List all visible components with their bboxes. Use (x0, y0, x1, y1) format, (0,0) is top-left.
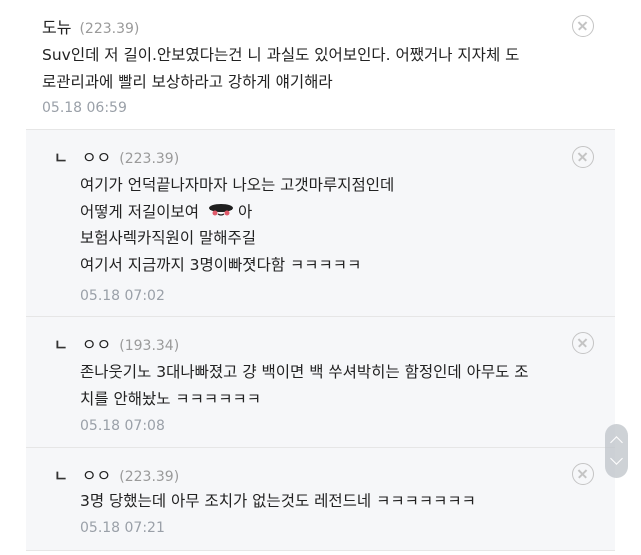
comment-line-text: 아 (237, 202, 253, 221)
close-icon[interactable] (572, 146, 594, 168)
comment-line: Suv인데 저 길이.안보였다는건 니 과실도 있어보인다. 어쨌거나 지자체 … (42, 46, 520, 64)
comment-body: Suv인데 저 길이.안보였다는건 니 과실도 있어보인다. 어쨌거나 지자체 … (42, 42, 519, 95)
comment-time: 05.18 06:59 (42, 100, 127, 116)
blushing-face-emoji-icon (206, 199, 236, 226)
reply-indicator: ㄴ (54, 149, 68, 167)
reply-item: ㄴ ㅇㅇ (193.34) 존나웃기노 3대나빠졌고 걍 백이면 백 쑤셔박히는… (26, 317, 615, 448)
comment-time: 05.18 07:02 (80, 288, 165, 304)
reply-indicator: ㄴ (54, 336, 68, 354)
comment-line: 보험사렉카직원이 말해주길 (80, 229, 257, 248)
comment-time: 05.18 07:08 (80, 418, 165, 434)
comment-nickname[interactable]: ㅇㅇ (82, 331, 111, 355)
chevron-down-icon[interactable] (610, 452, 623, 465)
comment-line: 치를 안해놨노 ㅋㅋㅋㅋㅋㅋ (80, 389, 261, 408)
comment-body: 존나웃기노 3대나빠졌고 걍 백이면 백 쑤셔박히는 함정인데 아무도 조 치를… (80, 359, 529, 412)
comment-meta: ㄴ ㅇㅇ (223.39) (54, 462, 179, 486)
reply-item: ㄴ ㅇㅇ (223.39) 3명 당했는데 아무 조치가 없는것도 레전드네 ㅋ… (26, 448, 615, 551)
scroll-handle[interactable] (605, 424, 628, 478)
close-icon[interactable] (572, 332, 594, 354)
comment-line: 존나웃기노 3대나빠졌고 걍 백이면 백 쑤셔박히는 함정인데 아무도 조 (80, 363, 529, 381)
comment-ip: (223.39) (79, 21, 140, 37)
comment-time: 05.18 07:21 (80, 520, 165, 536)
comment-nickname[interactable]: ㅇㅇ (82, 462, 111, 486)
comment-meta: ㄴ ㅇㅇ (193.34) (54, 331, 179, 355)
comment-meta: ㄴ ㅇㅇ (223.39) (54, 144, 179, 168)
comment-item: 도뉴 (223.39) Suv인데 저 길이.안보였다는건 니 과실도 있어보인… (26, 0, 615, 130)
reply-item: ㄴ ㅇㅇ (223.39) 여기가 언덕끝나자마자 나오는 고갯마루지점인데 어… (26, 130, 615, 317)
comment-body: 여기가 언덕끝나자마자 나오는 고갯마루지점인데 어떻게 저길이보여 아 보험사… (80, 172, 394, 278)
comment-line-text: 어떻게 저길이보여 (80, 202, 200, 221)
comment-ip: (223.39) (119, 151, 180, 167)
chevron-up-icon[interactable] (610, 436, 623, 449)
comment-nickname[interactable]: ㅇㅇ (82, 144, 111, 168)
comment-line: 여기가 언덕끝나자마자 나오는 고갯마루지점인데 (80, 176, 395, 194)
close-icon[interactable] (572, 463, 594, 485)
comment-ip: (223.39) (119, 469, 180, 485)
close-icon[interactable] (572, 15, 594, 37)
comment-ip: (193.34) (119, 338, 180, 354)
comment-nickname[interactable]: 도뉴 (42, 14, 71, 38)
comment-line: 로관리과에 빨리 보상하라고 강하게 얘기해라 (42, 72, 333, 91)
reply-indicator: ㄴ (54, 467, 68, 485)
comment-meta: 도뉴 (223.39) (42, 14, 139, 38)
comment-line: 어떻게 저길이보여 아 (80, 199, 394, 226)
comment-body: 3명 당했는데 아무 조치가 없는것도 레전드네 ㅋㅋㅋㅋㅋㅋㅋ (80, 488, 476, 515)
comment-line: 여기서 지금까지 3명이빠졋다함 ㅋㅋㅋㅋㅋ (80, 255, 362, 274)
comment-line: 3명 당했는데 아무 조치가 없는것도 레전드네 ㅋㅋㅋㅋㅋㅋㅋ (80, 492, 476, 510)
comment-list: 도뉴 (223.39) Suv인데 저 길이.안보였다는건 니 과실도 있어보인… (26, 0, 628, 555)
